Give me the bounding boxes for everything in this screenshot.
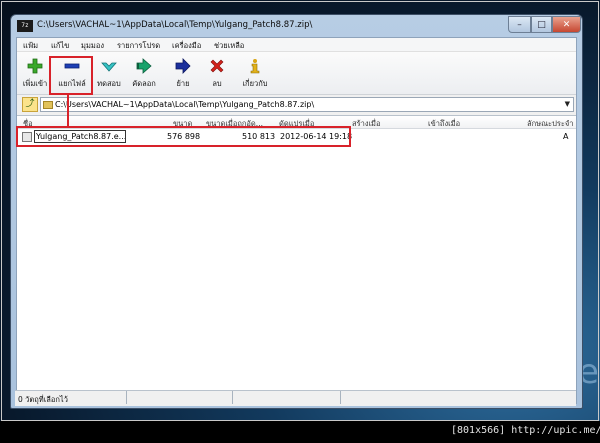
copy-arrow-icon [136, 58, 152, 74]
path-input[interactable]: C:\Users\VACHAL~1\AppData\Local\Temp\Yul… [40, 97, 574, 112]
status-selected-count: 0 วัตถุที่เลือกไว้ [18, 395, 68, 404]
extract-highlight-box [49, 56, 93, 95]
info-button[interactable]: เกี่ยวกับ [237, 54, 273, 92]
toolbar: เพิ่มเข้า แยกไฟล์ ทดสอบ คัดลอก ย้าย ลบ เ… [17, 51, 576, 95]
watermark-text: [801x566] http://upic.me/ [451, 425, 600, 436]
delete-button[interactable]: ลบ [201, 54, 233, 92]
test-button[interactable]: ทดสอบ [93, 54, 125, 92]
copy-button[interactable]: คัดลอก [127, 54, 161, 92]
move-button[interactable]: ย้าย [167, 54, 199, 92]
info-label: เกี่ยวกับ [242, 79, 268, 88]
delete-label: ลบ [212, 79, 222, 88]
file-attributes: A [563, 132, 569, 141]
address-bar: ⤴ C:\Users\VACHAL~1\AppData\Local\Temp\Y… [17, 96, 576, 113]
title-bar[interactable]: 7z C:\Users\VACHAL~1\AppData\Local\Temp\… [11, 15, 582, 37]
add-label: เพิ่มเข้า [22, 79, 48, 88]
maximize-button[interactable]: □ [531, 16, 552, 33]
path-text: C:\Users\VACHAL~1\AppData\Local\Temp\Yul… [55, 100, 315, 109]
add-button[interactable]: เพิ่มเข้า [19, 54, 51, 92]
window-title: C:\Users\VACHAL~1\AppData\Local\Temp\Yul… [37, 20, 313, 30]
checkmark-icon [101, 62, 117, 72]
column-attributes[interactable]: ลักษณะประจำ [527, 118, 574, 130]
window-client-area: แฟ้ม แก้ไข มุมมอง รายการโปรด เครื่องมือ … [16, 37, 577, 405]
file-list: ชื่อ ขนาด ขนาดเมื่อถูกอัด... ดัดแปรเมื่อ… [17, 115, 576, 391]
move-label: ย้าย [176, 79, 190, 88]
column-accessed[interactable]: เข้าถึงเมื่อ [428, 118, 460, 130]
minimize-button[interactable]: – [508, 16, 531, 33]
chevron-down-icon[interactable]: ▼ [565, 100, 570, 108]
test-label: ทดสอบ [97, 79, 121, 88]
copy-label: คัดลอก [132, 79, 156, 88]
move-arrow-icon [175, 58, 191, 74]
info-icon [250, 59, 260, 74]
close-button[interactable]: ✕ [552, 16, 581, 33]
delete-x-icon [210, 59, 224, 73]
7zip-app-icon: 7z [17, 20, 33, 32]
archive-window: 7z C:\Users\VACHAL~1\AppData\Local\Temp\… [10, 14, 583, 409]
column-created[interactable]: สร้างเมื่อ [352, 118, 381, 130]
menu-bar: แฟ้ม แก้ไข มุมมอง รายการโปรด เครื่องมือ … [17, 38, 576, 51]
folder-up-button[interactable]: ⤴ [22, 97, 38, 112]
plus-icon [27, 58, 43, 74]
status-bar [15, 390, 576, 406]
callout-connector-line [67, 95, 69, 128]
file-row-highlight-box [16, 126, 351, 147]
folder-icon [43, 101, 53, 109]
